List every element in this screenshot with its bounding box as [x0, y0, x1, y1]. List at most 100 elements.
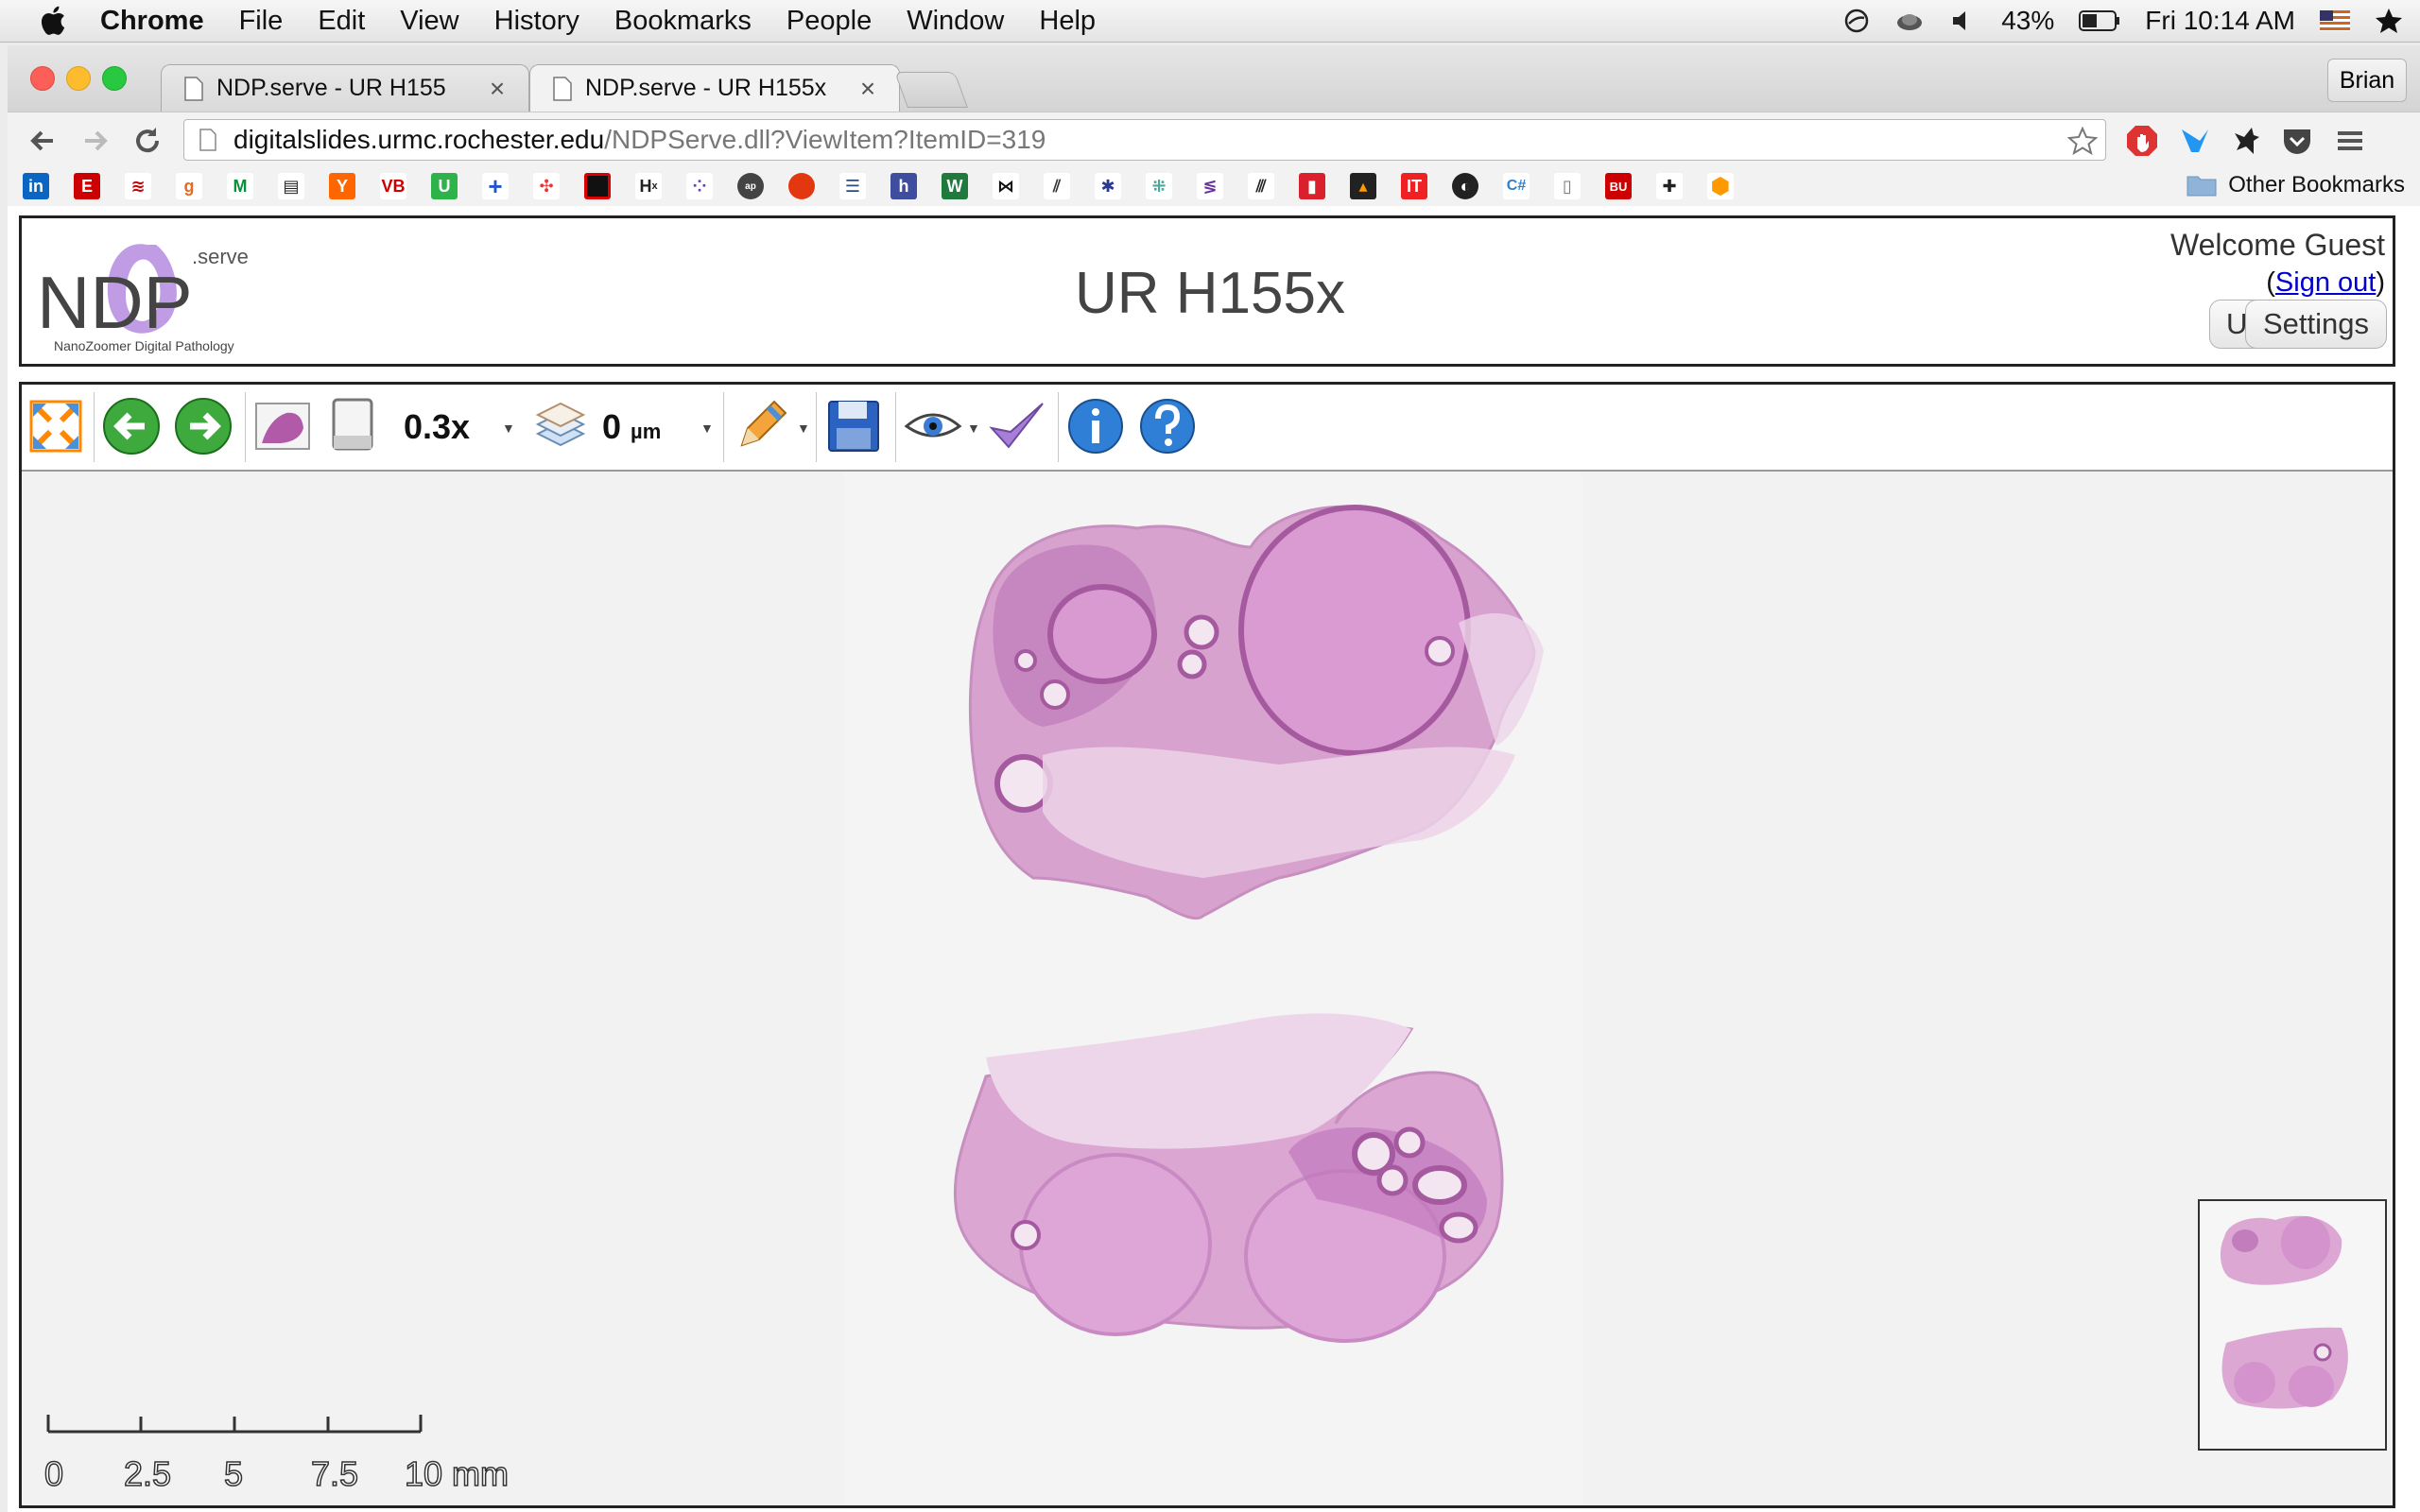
bookmark-star-icon[interactable] [2067, 126, 2098, 156]
other-bookmarks-folder[interactable]: Other Bookmarks [2187, 172, 2405, 198]
bookmark-hexagon-icon[interactable]: ⬢ [1707, 173, 1734, 199]
pocket-icon[interactable] [2280, 124, 2314, 158]
menu-bookmarks[interactable]: Bookmarks [614, 6, 752, 37]
reload-icon[interactable] [129, 122, 166, 160]
bookmark-feather-icon[interactable]: ≶ [1197, 173, 1223, 199]
bookmark-h-icon[interactable]: h [890, 173, 917, 199]
view-dropdown-caret[interactable]: ▼ [967, 421, 980, 436]
address-bar[interactable]: digitalslides.urmc.rochester.edu/NDPServ… [183, 119, 2106, 161]
scale-label-0: 0 [43, 1453, 64, 1494]
bookmark-network-icon[interactable]: ⁜ [1146, 173, 1172, 199]
menu-view[interactable]: View [400, 6, 458, 37]
bookmark-bankofamerica-icon[interactable]: ≋ [125, 173, 151, 199]
bookmark-flame-icon[interactable]: ▴ [1350, 173, 1376, 199]
bookmark-gear-icon[interactable]: ✱ [1095, 173, 1121, 199]
menu-history[interactable]: History [494, 6, 579, 37]
focus-unit: µm [631, 420, 662, 443]
bookmark-pinwheel-icon[interactable]: ✣ [533, 173, 560, 199]
previous-slide-icon[interactable] [101, 396, 162, 456]
wappalyzer-icon[interactable] [2178, 124, 2212, 158]
bookmark-bowtie-icon[interactable]: ⋈ [993, 173, 1019, 199]
bookmark-cross-icon[interactable]: ✚ [1656, 173, 1683, 199]
chrome-menu-icon[interactable] [2333, 124, 2367, 158]
minimize-window-button[interactable] [66, 66, 91, 91]
url-host: digitalslides.urmc.rochester.edu [233, 125, 605, 154]
volume-icon[interactable] [1948, 7, 1977, 35]
bookmark-ycombinator-icon[interactable]: Y [329, 173, 355, 199]
slide-overview-icon[interactable] [252, 396, 313, 456]
bookmark-red-e-icon[interactable]: E [74, 173, 100, 199]
slide-label-icon[interactable] [324, 396, 385, 456]
fullscreen-icon[interactable] [26, 396, 86, 456]
save-disk-icon[interactable] [823, 396, 884, 456]
bookmark-page-icon[interactable]: ▯ [1554, 173, 1581, 199]
bookmark-stripes-icon[interactable]: ⫽ [1044, 173, 1070, 199]
back-icon[interactable] [25, 122, 62, 160]
next-slide-icon[interactable] [173, 396, 233, 456]
bookmark-goodreads-icon[interactable]: g [176, 173, 202, 199]
tissue-section-image[interactable] [22, 472, 2393, 1505]
zoom-window-button[interactable] [102, 66, 127, 91]
menu-app-name[interactable]: Chrome [100, 6, 204, 37]
bookmark-tile-icon[interactable] [584, 173, 611, 199]
close-tab-icon[interactable]: × [485, 74, 510, 104]
menu-help[interactable]: Help [1039, 6, 1096, 37]
bird-extension-icon[interactable] [2229, 124, 2263, 158]
bookmark-plus-icon[interactable]: + [482, 172, 509, 200]
menu-window[interactable]: Window [907, 6, 1004, 37]
bookmark-w-icon[interactable]: W [942, 173, 968, 199]
bookmark-apppress-icon[interactable]: ap [737, 173, 764, 199]
bookmark-it-icon[interactable]: IT [1401, 173, 1427, 199]
menu-edit[interactable]: Edit [318, 6, 365, 37]
menu-people[interactable]: People [786, 6, 872, 37]
bookmark-circle-icon[interactable]: ◐ [1452, 173, 1478, 199]
bookmark-chart-icon[interactable]: ▮ [1299, 173, 1325, 199]
sign-out-link[interactable]: Sign out [2275, 267, 2376, 298]
checkmark-icon[interactable] [986, 396, 1046, 456]
sync-status-icon[interactable] [1842, 7, 1871, 35]
focus-dropdown-caret[interactable]: ▼ [700, 421, 714, 436]
info-icon[interactable] [1065, 396, 1126, 456]
bookmark-news-icon[interactable]: ▤ [278, 173, 304, 199]
view-eye-icon[interactable] [903, 396, 963, 456]
slide-minimap[interactable] [2198, 1199, 2387, 1451]
bookmark-database-icon[interactable]: ☰ [839, 173, 866, 199]
cloud-app-icon[interactable] [1895, 7, 1924, 35]
annotate-dropdown-caret[interactable]: ▼ [797, 421, 810, 436]
slide-image-area[interactable]: 0 2.5 5 7.5 10 mm [22, 472, 2393, 1505]
battery-icon[interactable] [2079, 9, 2120, 32]
bookmark-medium-icon[interactable]: M [227, 173, 253, 199]
bookmark-u-icon[interactable]: U [431, 173, 458, 199]
new-tab-button[interactable] [894, 72, 968, 108]
close-window-button[interactable] [30, 66, 55, 91]
browser-window: NDP.serve - UR H155 × NDP.serve - UR H15… [8, 45, 2420, 1512]
bookmark-tomato-icon[interactable] [788, 173, 815, 199]
bookmark-bu-icon[interactable]: BU [1605, 173, 1632, 199]
zoom-dropdown-caret[interactable]: ▼ [502, 421, 515, 436]
profile-button[interactable]: Brian [2327, 59, 2407, 102]
settings-button[interactable]: Settings [2245, 300, 2387, 349]
help-icon[interactable] [1137, 396, 1198, 456]
zoom-level[interactable]: 0.3x [404, 407, 470, 447]
forward-icon[interactable] [76, 122, 113, 160]
adblock-stop-icon[interactable] [2125, 124, 2159, 158]
focus-depth[interactable]: 0 µm [602, 407, 661, 447]
notification-star-icon[interactable] [2375, 7, 2403, 35]
menubar-clock[interactable]: Fri 10:14 AM [2145, 6, 2295, 36]
url-path: /NDPServe.dll?ViewItem?ItemID=319 [604, 125, 1046, 154]
bookmark-dots-icon[interactable]: ⁘ [686, 173, 713, 199]
bookmark-csharp-icon[interactable]: C# [1503, 173, 1530, 199]
menu-file[interactable]: File [239, 6, 284, 37]
bookmark-vb-icon[interactable]: VB [380, 173, 406, 199]
annotate-pencil-icon[interactable] [731, 396, 791, 456]
focus-layers-icon[interactable] [530, 396, 591, 456]
us-flag-input-icon[interactable] [2320, 10, 2350, 31]
tab-title: NDP.serve - UR H155x [585, 75, 827, 101]
close-tab-icon[interactable]: × [856, 74, 880, 104]
bookmark-linkedin-icon[interactable]: in [23, 173, 49, 199]
tab-ndp-ur-h155[interactable]: NDP.serve - UR H155 × [161, 64, 529, 112]
bookmark-hx-icon[interactable]: Hx [635, 173, 662, 199]
tab-ndp-ur-h155x[interactable]: NDP.serve - UR H155x × [529, 64, 900, 112]
bookmark-lines-icon[interactable]: ⫻ [1248, 173, 1274, 199]
apple-menu-icon[interactable] [38, 4, 72, 38]
